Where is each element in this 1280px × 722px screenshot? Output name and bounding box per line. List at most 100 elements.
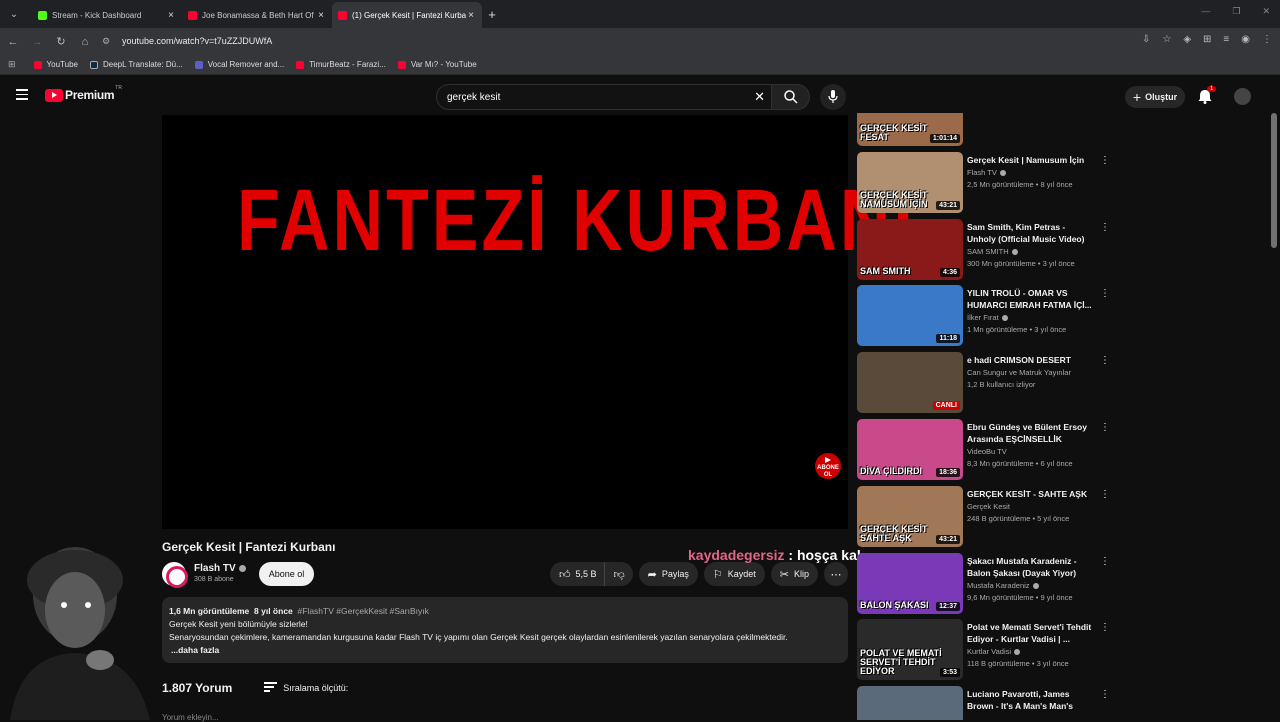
browser-tab-3-active[interactable]: (1) Gerçek Kesit | Fantezi Kurban × xyxy=(332,2,482,28)
recommended-video[interactable]: 11:18 YILIN TROLÜ - OMAR VS HUMARCI EMRAH… xyxy=(857,285,1112,349)
recommended-video[interactable]: GERÇEK KESİT SAHTE AŞK 43:21 GERÇEK KESİT … xyxy=(857,485,1112,550)
video-menu-kebab-icon[interactable]: ⋮ xyxy=(1100,155,1110,166)
recommended-video-title[interactable]: Sam Smith, Kim Petras - Unholy (Official… xyxy=(967,221,1095,245)
apps-grid-icon[interactable]: ⊞ xyxy=(8,59,16,70)
install-icon[interactable]: ⇩ xyxy=(1142,34,1150,45)
sort-comments-button[interactable]: Sıralama ölçütü: xyxy=(264,682,348,694)
extensions-icon[interactable]: ⊞ xyxy=(1203,34,1211,45)
hashtags[interactable]: #FlashTV #GerçekKesit #SarıBıyık xyxy=(298,606,429,616)
close-tab-icon[interactable]: × xyxy=(316,10,326,21)
maximize-icon[interactable]: ❐ xyxy=(1232,6,1240,17)
clear-search-icon[interactable]: ✕ xyxy=(754,89,765,105)
recommended-channel-name[interactable]: Mustafa Karadeniz xyxy=(967,581,1095,590)
show-more-link[interactable]: ...daha fazla xyxy=(171,644,841,657)
reload-icon[interactable]: ↻ xyxy=(50,35,72,48)
recommended-video-title[interactable]: Gerçek Kesit | Namusum İçin xyxy=(967,154,1095,166)
video-thumbnail[interactable]: GERÇEK KESİT NAMUSUM İÇİN 43:21 xyxy=(857,151,963,213)
recommended-video-title[interactable]: Polat ve Memati Servet'i Tehdit Ediyor -… xyxy=(967,621,1095,645)
notifications-button[interactable]: 1 xyxy=(1198,86,1217,105)
video-description[interactable]: 1,6 Mn görüntüleme 8 yıl önce #FlashTV #… xyxy=(162,597,848,663)
video-thumbnail[interactable] xyxy=(857,686,963,720)
new-tab-button[interactable]: + xyxy=(482,7,502,22)
profile-icon[interactable]: ◉ xyxy=(1241,34,1250,45)
close-tab-icon[interactable]: × xyxy=(466,10,476,21)
recommended-video-title[interactable]: GERÇEK KESİT - SAHTE AŞK xyxy=(967,488,1095,500)
video-thumbnail[interactable]: CANLI xyxy=(857,352,963,414)
recommended-video-title[interactable]: Şakacı Mustafa Karadeniz - Balon Şakası … xyxy=(967,555,1095,579)
voice-search-button[interactable] xyxy=(820,84,846,110)
forward-icon[interactable]: → xyxy=(26,36,48,48)
recommended-video-title[interactable]: Luciano Pavarotti, James Brown - It's A … xyxy=(967,688,1095,712)
recommended-video[interactable]: GERÇEK KESİT NAMUSUM İÇİN 43:21 Gerçek Kes… xyxy=(857,151,1112,216)
bookmark-item[interactable]: YouTube xyxy=(33,60,78,69)
video-menu-kebab-icon[interactable]: ⋮ xyxy=(1100,222,1110,233)
recommended-video[interactable]: SAM SMITH 4:36 Sam Smith, Kim Petras - Unh… xyxy=(857,218,1112,283)
recommended-video[interactable]: POLAT VE MEMATİ SERVET'İ TEHDİT EDİYOR 3:… xyxy=(857,619,1112,683)
browser-tab-2[interactable]: Joe Bonamassa & Beth Hart Of × xyxy=(182,2,332,28)
video-thumbnail[interactable]: DİVA ÇILDIRDI 18:36 xyxy=(857,419,963,480)
media-icon[interactable]: ≡ xyxy=(1223,34,1229,45)
recommended-video[interactable]: BALON ŞAKASI 12:37 Şakacı Mustafa Karadeni… xyxy=(857,552,1112,617)
recommended-channel-name[interactable]: Gerçek Kesit xyxy=(967,502,1095,511)
more-actions-button[interactable]: ⋯ xyxy=(824,562,848,586)
account-avatar[interactable] xyxy=(1234,88,1251,105)
bookmark-star-icon[interactable]: ☆ xyxy=(1162,34,1171,45)
video-menu-kebab-icon[interactable]: ⋮ xyxy=(1100,288,1110,299)
save-button[interactable]: ⚐ Kaydet xyxy=(703,562,765,586)
bookmark-item[interactable]: Var Mı? - YouTube xyxy=(397,60,477,69)
channel-avatar[interactable] xyxy=(162,562,188,588)
recommended-channel-name[interactable]: Kurtlar Vadisi xyxy=(967,647,1095,656)
shield-icon[interactable]: ◈ xyxy=(1183,34,1191,45)
video-menu-kebab-icon[interactable]: ⋮ xyxy=(1100,489,1110,500)
recommended-video-title[interactable]: YILIN TROLÜ - OMAR VS HUMARCI EMRAH FATM… xyxy=(967,287,1095,311)
dislike-button[interactable]: 👎︎ xyxy=(605,562,633,586)
bookmark-item[interactable]: DeepL Translate: Dü... xyxy=(89,60,183,69)
back-icon[interactable]: ← xyxy=(2,36,24,48)
recommended-video[interactable]: CANLI e hadi CRIMSON DESERT Can Sungur ve … xyxy=(857,352,1112,416)
address-bar[interactable]: ⚙ youtube.com/watch?v=t7uZZJDUWfA xyxy=(98,31,1148,51)
like-button[interactable]: 👍︎ 5,5 B xyxy=(549,562,606,586)
browser-tab-1[interactable]: Stream - Kick Dashboard × xyxy=(32,2,182,28)
recommended-video-title[interactable]: e hadi CRIMSON DESERT xyxy=(967,354,1095,366)
clip-button[interactable]: ✂ Klip xyxy=(770,562,818,586)
search-button[interactable] xyxy=(772,84,810,110)
menu-kebab-icon[interactable]: ⋮ xyxy=(1262,34,1272,45)
recommended-channel-name[interactable]: Can Sungur ve Matruk Yayınlar xyxy=(967,368,1095,377)
video-menu-kebab-icon[interactable]: ⋮ xyxy=(1100,355,1110,366)
channel-name[interactable]: Flash TV xyxy=(194,563,246,574)
subscribe-button[interactable]: Abone ol xyxy=(259,562,314,586)
video-thumbnail[interactable]: BALON ŞAKASI 12:37 xyxy=(857,552,963,614)
search-box[interactable]: gerçek kesit ✕ xyxy=(436,84,772,110)
add-comment-input[interactable]: Yorum ekleyin... xyxy=(162,713,219,722)
home-icon[interactable]: ⌂ xyxy=(74,36,96,48)
video-thumbnail[interactable]: POLAT VE MEMATİ SERVET'İ TEHDİT EDİYOR 3:… xyxy=(857,619,963,681)
close-tab-icon[interactable]: × xyxy=(166,10,176,21)
create-button[interactable]: + Oluştur xyxy=(1125,86,1185,108)
recommended-video-title[interactable]: Ebru Gündeş ve Bülent Ersoy Arasında EŞC… xyxy=(967,421,1095,445)
video-thumbnail[interactable]: GERÇEK KESİT SAHTE AŞK 43:21 xyxy=(857,485,963,547)
recommended-video[interactable]: Luciano Pavarotti, James Brown - It's A … xyxy=(857,686,1112,720)
video-menu-kebab-icon[interactable]: ⋮ xyxy=(1100,556,1110,567)
site-info-icon[interactable]: ⚙ xyxy=(102,36,116,47)
video-thumbnail[interactable]: GERÇEK KESİT FESAT 1:01:14 xyxy=(857,113,963,146)
hamburger-menu-icon[interactable] xyxy=(16,89,28,100)
video-menu-kebab-icon[interactable]: ⋮ xyxy=(1100,422,1110,433)
bookmark-item[interactable]: TimurBeatz - Farazi... xyxy=(296,60,386,69)
video-player[interactable]: FANTEZİ KURBANI ABONE OL xyxy=(162,115,913,529)
youtube-premium-logo[interactable]: Premium TR xyxy=(45,85,122,102)
recommended-video[interactable]: GERÇEK KESİT FESAT1:01:14585 B görüntüle… xyxy=(857,113,1112,149)
minimize-icon[interactable]: — xyxy=(1201,6,1210,17)
recommended-channel-name[interactable]: VideoBu TV xyxy=(967,447,1095,456)
page-scrollbar[interactable] xyxy=(1271,113,1277,248)
video-thumbnail[interactable]: 11:18 xyxy=(857,285,963,347)
recommended-video[interactable]: DİVA ÇILDIRDI 18:36 Ebru Gündeş ve Bülent … xyxy=(857,419,1112,483)
recommended-channel-name[interactable]: Flash TV xyxy=(967,168,1095,177)
video-menu-kebab-icon[interactable]: ⋮ xyxy=(1100,689,1110,700)
recommended-channel-name[interactable]: SAM SMITH xyxy=(967,247,1095,256)
bookmark-item[interactable]: Vocal Remover and... xyxy=(194,60,284,69)
video-thumbnail[interactable]: SAM SMITH 4:36 xyxy=(857,218,963,280)
subscribe-watermark-icon[interactable]: ABONE OL xyxy=(814,452,842,480)
search-input[interactable]: gerçek kesit xyxy=(447,92,754,103)
video-menu-kebab-icon[interactable]: ⋮ xyxy=(1100,622,1110,633)
tab-search-button[interactable]: ⌄ xyxy=(4,4,24,24)
